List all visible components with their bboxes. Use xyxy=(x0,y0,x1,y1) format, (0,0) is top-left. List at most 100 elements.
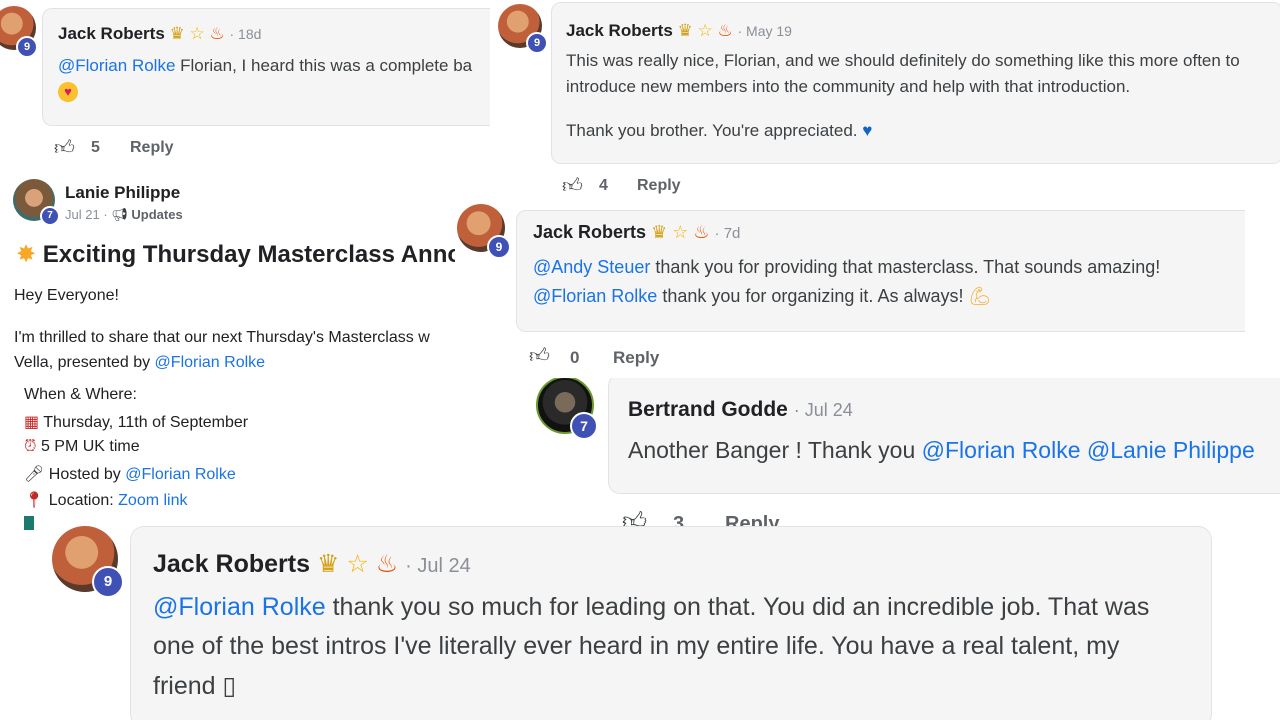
comment-bottom: 9 Jack Roberts ♛ ☆ ♨ · Jul 24 @Florian R… xyxy=(40,522,1220,720)
comment-line: @Florian Rolke thank you for organizing … xyxy=(533,286,991,307)
mention-link[interactable]: @Florian Rolke xyxy=(58,56,175,75)
location-label: Location: xyxy=(48,492,119,509)
post-intro-text: Vella, presented by xyxy=(14,354,155,371)
timestamp[interactable]: May 19 xyxy=(746,23,792,39)
separator: · xyxy=(405,555,418,577)
host-label: Hosted by xyxy=(48,466,126,483)
comment-line: This was really nice, Florian, and we sh… xyxy=(566,51,1240,70)
comment-line: introduce new members into the community… xyxy=(566,77,1131,96)
comment-header: Jack Roberts ♛ ☆ ♨ · 7d xyxy=(533,222,740,243)
timestamp[interactable]: Jul 24 xyxy=(805,400,853,420)
like-icon[interactable]: 👍︎ xyxy=(529,344,550,368)
reply-button[interactable]: Reply xyxy=(637,177,681,195)
like-count: 4 xyxy=(599,177,608,194)
author-name[interactable]: Jack Roberts xyxy=(153,550,310,578)
comment-body: thank you for organizing it. As always! xyxy=(657,286,964,306)
post-intro-cont: Vella, presented by @Florian Rolke xyxy=(14,354,265,372)
star-icon: ☆ xyxy=(697,21,713,40)
reply-button[interactable]: Reply xyxy=(613,348,659,368)
comment-line: friend ▯ xyxy=(153,672,237,700)
fire-icon: ♨ xyxy=(693,222,710,242)
event-date: Thursday, 11th of September xyxy=(43,414,249,431)
comment-body: Florian, I heard this was a complete ba xyxy=(175,56,473,75)
author-name[interactable]: Jack Roberts xyxy=(58,24,165,43)
post-date[interactable]: Jul 21 xyxy=(65,207,100,222)
comment-top-left: 9 Jack Roberts ♛ ☆ ♨ · 18d @Florian Rolk… xyxy=(0,0,490,170)
author-name[interactable]: Jack Roberts xyxy=(533,222,646,242)
level-badge: 7 xyxy=(570,412,598,440)
mention-link[interactable]: @Lanie Philippe xyxy=(1087,437,1255,463)
author-name[interactable]: Bertrand Godde xyxy=(628,398,788,421)
like-icon[interactable]: 👍︎ xyxy=(54,136,75,160)
blue-heart-icon: ♥ xyxy=(862,121,873,140)
comment-body: thank you for providing that masterclass… xyxy=(650,257,1161,277)
post-intro: I'm thrilled to share that our next Thur… xyxy=(14,329,430,346)
separator: · xyxy=(793,400,805,420)
separator: · xyxy=(737,23,747,39)
crown-icon: ♛ xyxy=(316,550,340,578)
time-row: ⏰︎ 5 PM UK time xyxy=(24,438,140,456)
separator: · xyxy=(229,26,239,42)
comment-line: one of the best intros I've literally ev… xyxy=(153,632,1120,660)
reply-button[interactable]: Reply xyxy=(130,139,174,157)
crown-icon: ♛ xyxy=(677,21,693,40)
separator: · xyxy=(99,207,112,222)
level-badge: 9 xyxy=(487,235,511,259)
timestamp[interactable]: Jul 24 xyxy=(417,555,470,577)
comment-line: Another Banger ! Thank you @Florian Rolk… xyxy=(628,437,1255,464)
post-meta: Jul 21 · 📢︎ Updates xyxy=(65,207,183,223)
calendar-icon: ▦ xyxy=(24,414,40,431)
comment-line: @Andy Steuer thank you for providing tha… xyxy=(533,257,1160,278)
star-icon: ☆ xyxy=(346,550,369,578)
star-icon: ☆ xyxy=(189,24,205,43)
bookmark-icon xyxy=(24,516,34,530)
sparkle-icon: ✸ xyxy=(16,241,37,268)
mention-link[interactable]: @Andy Steuer xyxy=(533,257,650,277)
like-count: 5 xyxy=(91,139,100,156)
timestamp[interactable]: 7d xyxy=(724,225,741,242)
comment-header: Jack Roberts ♛ ☆ ♨ · 18d xyxy=(58,24,261,44)
timestamp[interactable]: 18d xyxy=(238,26,261,42)
fire-icon: ♨ xyxy=(375,550,399,578)
host-row: 🎤︎ Hosted by @Florian Rolke xyxy=(24,464,236,484)
megaphone-icon: 📢︎ xyxy=(111,207,128,222)
comment-body: Another Banger ! Thank you xyxy=(628,437,922,463)
mention-link[interactable]: @Florian Rolke xyxy=(153,593,326,621)
post-author[interactable]: Lanie Philippe xyxy=(65,183,180,203)
comment-header: Bertrand Godde · Jul 24 xyxy=(628,398,853,422)
comment-line-with-heart: Thank you brother. You're appreciated. ♥ xyxy=(566,121,872,141)
post-title[interactable]: Exciting Thursday Masterclass Anno xyxy=(43,241,460,268)
mention-link[interactable]: @Florian Rolke xyxy=(533,286,657,306)
comment-top-right: 9 Jack Roberts ♛ ☆ ♨ · May 19 This was r… xyxy=(490,0,1280,205)
comment-text: @Florian Rolke Florian, I heard this was… xyxy=(58,56,472,76)
fire-icon: ♨ xyxy=(717,21,733,40)
post-card: 7 Lanie Philippe Jul 21 · 📢︎ Updates ✸ E… xyxy=(0,172,460,542)
crown-icon: ♛ xyxy=(169,24,185,43)
mention-link[interactable]: @Florian Rolke xyxy=(155,354,266,371)
comment-line: @Florian Rolke thank you so much for lea… xyxy=(153,593,1149,622)
zoom-link[interactable]: Zoom link xyxy=(118,492,187,509)
comment-body: thank you so much for leading on that. Y… xyxy=(325,593,1150,621)
post-title-row: ✸ Exciting Thursday Masterclass Anno xyxy=(16,240,460,269)
mention-link[interactable]: @Florian Rolke xyxy=(125,466,236,483)
alarm-clock-icon: ⏰︎ xyxy=(24,438,37,455)
separator: · xyxy=(714,225,724,242)
microphone-icon: 🎤︎ xyxy=(24,466,45,483)
location-row: 📍︎ Location: Zoom link xyxy=(24,490,188,510)
when-where-heading: When & Where: xyxy=(24,386,137,403)
mention-link[interactable]: @Florian Rolke xyxy=(922,437,1081,463)
level-badge: 9 xyxy=(526,32,548,54)
like-icon[interactable]: 👍︎ xyxy=(562,174,583,198)
level-badge: 9 xyxy=(16,36,38,58)
level-badge: 7 xyxy=(40,206,60,226)
author-name[interactable]: Jack Roberts xyxy=(566,21,673,40)
star-icon: ☆ xyxy=(672,222,689,242)
event-time: 5 PM UK time xyxy=(40,438,140,455)
date-row: ▦ Thursday, 11th of September xyxy=(24,412,248,432)
post-category[interactable]: Updates xyxy=(131,207,182,222)
post-greeting: Hey Everyone! xyxy=(14,287,119,304)
comment-header: Jack Roberts ♛ ☆ ♨ · Jul 24 xyxy=(153,549,471,579)
comment-bubble xyxy=(608,378,1280,494)
like-count: 0 xyxy=(570,348,580,367)
comment-header: Jack Roberts ♛ ☆ ♨ · May 19 xyxy=(566,21,792,41)
